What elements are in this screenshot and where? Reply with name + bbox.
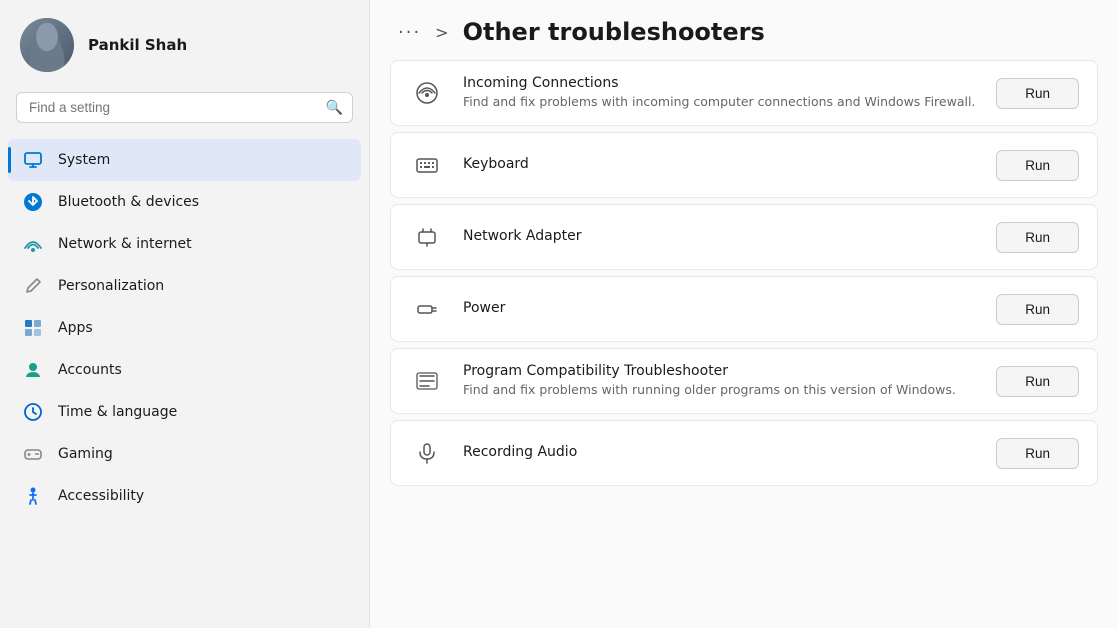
recording-audio-info: Recording Audio [463, 444, 978, 462]
power-title: Power [463, 300, 978, 316]
search-input[interactable] [16, 92, 353, 123]
gaming-icon [22, 443, 44, 465]
troubleshooter-item-keyboard: Keyboard Run [390, 132, 1098, 198]
accounts-icon [22, 359, 44, 381]
system-icon [22, 149, 44, 171]
sidebar-item-label: Personalization [58, 278, 164, 294]
sidebar-item-label: Network & internet [58, 236, 192, 252]
sidebar-item-network[interactable]: Network & internet [8, 223, 361, 265]
keyboard-title: Keyboard [463, 156, 978, 172]
search-box: 🔍 [16, 92, 353, 123]
program-compat-icon [409, 363, 445, 399]
network-adapter-info: Network Adapter [463, 228, 978, 246]
sidebar-item-apps[interactable]: Apps [8, 307, 361, 349]
incoming-connections-run-button[interactable]: Run [996, 78, 1079, 109]
avatar-image [20, 18, 74, 72]
sidebar-item-label: Accounts [58, 362, 122, 378]
apps-icon [22, 317, 44, 339]
network-adapter-run-button[interactable]: Run [996, 222, 1079, 253]
sidebar: Pankil Shah 🔍 System Bluetooth & devices… [0, 0, 370, 628]
recording-audio-title: Recording Audio [463, 444, 978, 460]
program-compat-title: Program Compatibility Troubleshooter [463, 363, 978, 379]
bluetooth-icon [22, 191, 44, 213]
incoming-connections-title: Incoming Connections [463, 75, 978, 91]
user-name: Pankil Shah [88, 36, 187, 54]
program-compat-info: Program Compatibility Troubleshooter Fin… [463, 363, 978, 399]
sidebar-item-label: Accessibility [58, 488, 144, 504]
keyboard-run-button[interactable]: Run [996, 150, 1079, 181]
page-title: Other troubleshooters [463, 18, 765, 46]
network-adapter-title: Network Adapter [463, 228, 978, 244]
user-profile: Pankil Shah [0, 0, 369, 88]
keyboard-icon [409, 147, 445, 183]
sidebar-item-personalization[interactable]: Personalization [8, 265, 361, 307]
time-icon [22, 401, 44, 423]
keyboard-info: Keyboard [463, 156, 978, 174]
incoming-connections-icon [409, 75, 445, 111]
nav-list: System Bluetooth & devices Network & int… [0, 135, 369, 628]
sidebar-item-label: Time & language [58, 404, 177, 420]
power-run-button[interactable]: Run [996, 294, 1079, 325]
page-header: ··· > Other troubleshooters [370, 0, 1118, 60]
troubleshooter-item-incoming-connections: Incoming Connections Find and fix proble… [390, 60, 1098, 126]
incoming-connections-desc: Find and fix problems with incoming comp… [463, 93, 978, 111]
network-icon [22, 233, 44, 255]
power-icon [409, 291, 445, 327]
sidebar-item-system[interactable]: System [8, 139, 361, 181]
sidebar-item-time[interactable]: Time & language [8, 391, 361, 433]
sidebar-item-bluetooth[interactable]: Bluetooth & devices [8, 181, 361, 223]
troubleshooter-item-network-adapter: Network Adapter Run [390, 204, 1098, 270]
troubleshooter-item-recording-audio: Recording Audio Run [390, 420, 1098, 486]
sidebar-item-label: Gaming [58, 446, 113, 462]
sidebar-item-gaming[interactable]: Gaming [8, 433, 361, 475]
sidebar-item-label: System [58, 152, 110, 168]
network-adapter-icon [409, 219, 445, 255]
program-compat-desc: Find and fix problems with running older… [463, 381, 978, 399]
accessibility-icon [22, 485, 44, 507]
main-content: ··· > Other troubleshooters Incoming Con… [370, 0, 1118, 628]
sidebar-item-accessibility[interactable]: Accessibility [8, 475, 361, 517]
content-area: Incoming Connections Find and fix proble… [370, 60, 1118, 628]
sidebar-item-label: Apps [58, 320, 93, 336]
breadcrumb-dots: ··· [398, 22, 421, 43]
breadcrumb-separator: > [435, 23, 448, 42]
avatar [20, 18, 74, 72]
troubleshooter-item-program-compat: Program Compatibility Troubleshooter Fin… [390, 348, 1098, 414]
incoming-connections-info: Incoming Connections Find and fix proble… [463, 75, 978, 111]
troubleshooter-item-power: Power Run [390, 276, 1098, 342]
recording-audio-icon [409, 435, 445, 471]
program-compat-run-button[interactable]: Run [996, 366, 1079, 397]
search-icon: 🔍 [326, 100, 343, 116]
personalization-icon [22, 275, 44, 297]
power-info: Power [463, 300, 978, 318]
sidebar-item-accounts[interactable]: Accounts [8, 349, 361, 391]
sidebar-item-label: Bluetooth & devices [58, 194, 199, 210]
recording-audio-run-button[interactable]: Run [996, 438, 1079, 469]
